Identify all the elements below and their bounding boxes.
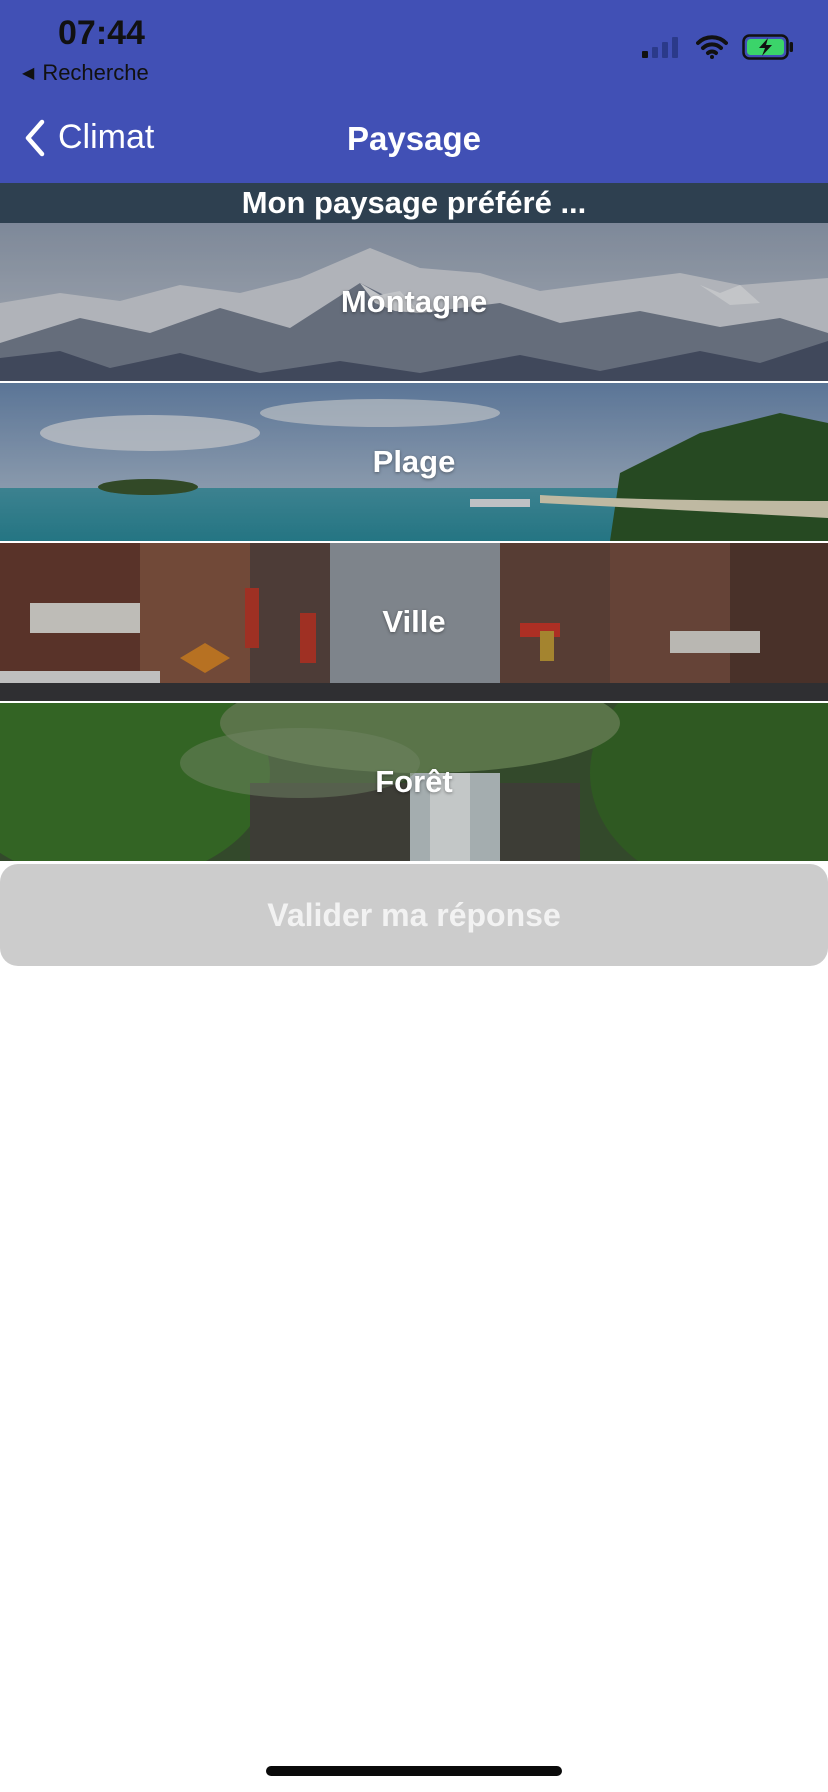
battery-charging-icon (742, 34, 793, 60)
status-back-link[interactable]: ◀ Recherche (22, 60, 149, 86)
option-label: Ville (382, 604, 446, 639)
status-back-label: Recherche (42, 60, 149, 85)
option-label: Plage (372, 444, 456, 479)
status-icons (642, 34, 794, 60)
triangle-left-icon: ◀ (22, 65, 35, 82)
app-header: 07:44 ◀ Recherche Climat Paysage (0, 0, 828, 183)
option-ville[interactable]: Ville (0, 543, 828, 701)
validate-button[interactable]: Valider ma réponse (0, 864, 828, 966)
option-foret[interactable]: Forêt (0, 703, 828, 861)
option-plage[interactable]: Plage (0, 383, 828, 541)
option-label: Forêt (375, 764, 453, 799)
status-time: 07:44 (58, 14, 145, 52)
option-label: Montagne (340, 284, 488, 319)
page-title: Paysage (347, 120, 481, 157)
home-indicator[interactable] (266, 1766, 562, 1776)
option-montagne[interactable]: Montagne (0, 223, 828, 381)
cellular-signal-icon (642, 37, 678, 58)
question-prompt: Mon paysage préféré ... (0, 183, 828, 223)
wifi-icon (696, 35, 728, 59)
